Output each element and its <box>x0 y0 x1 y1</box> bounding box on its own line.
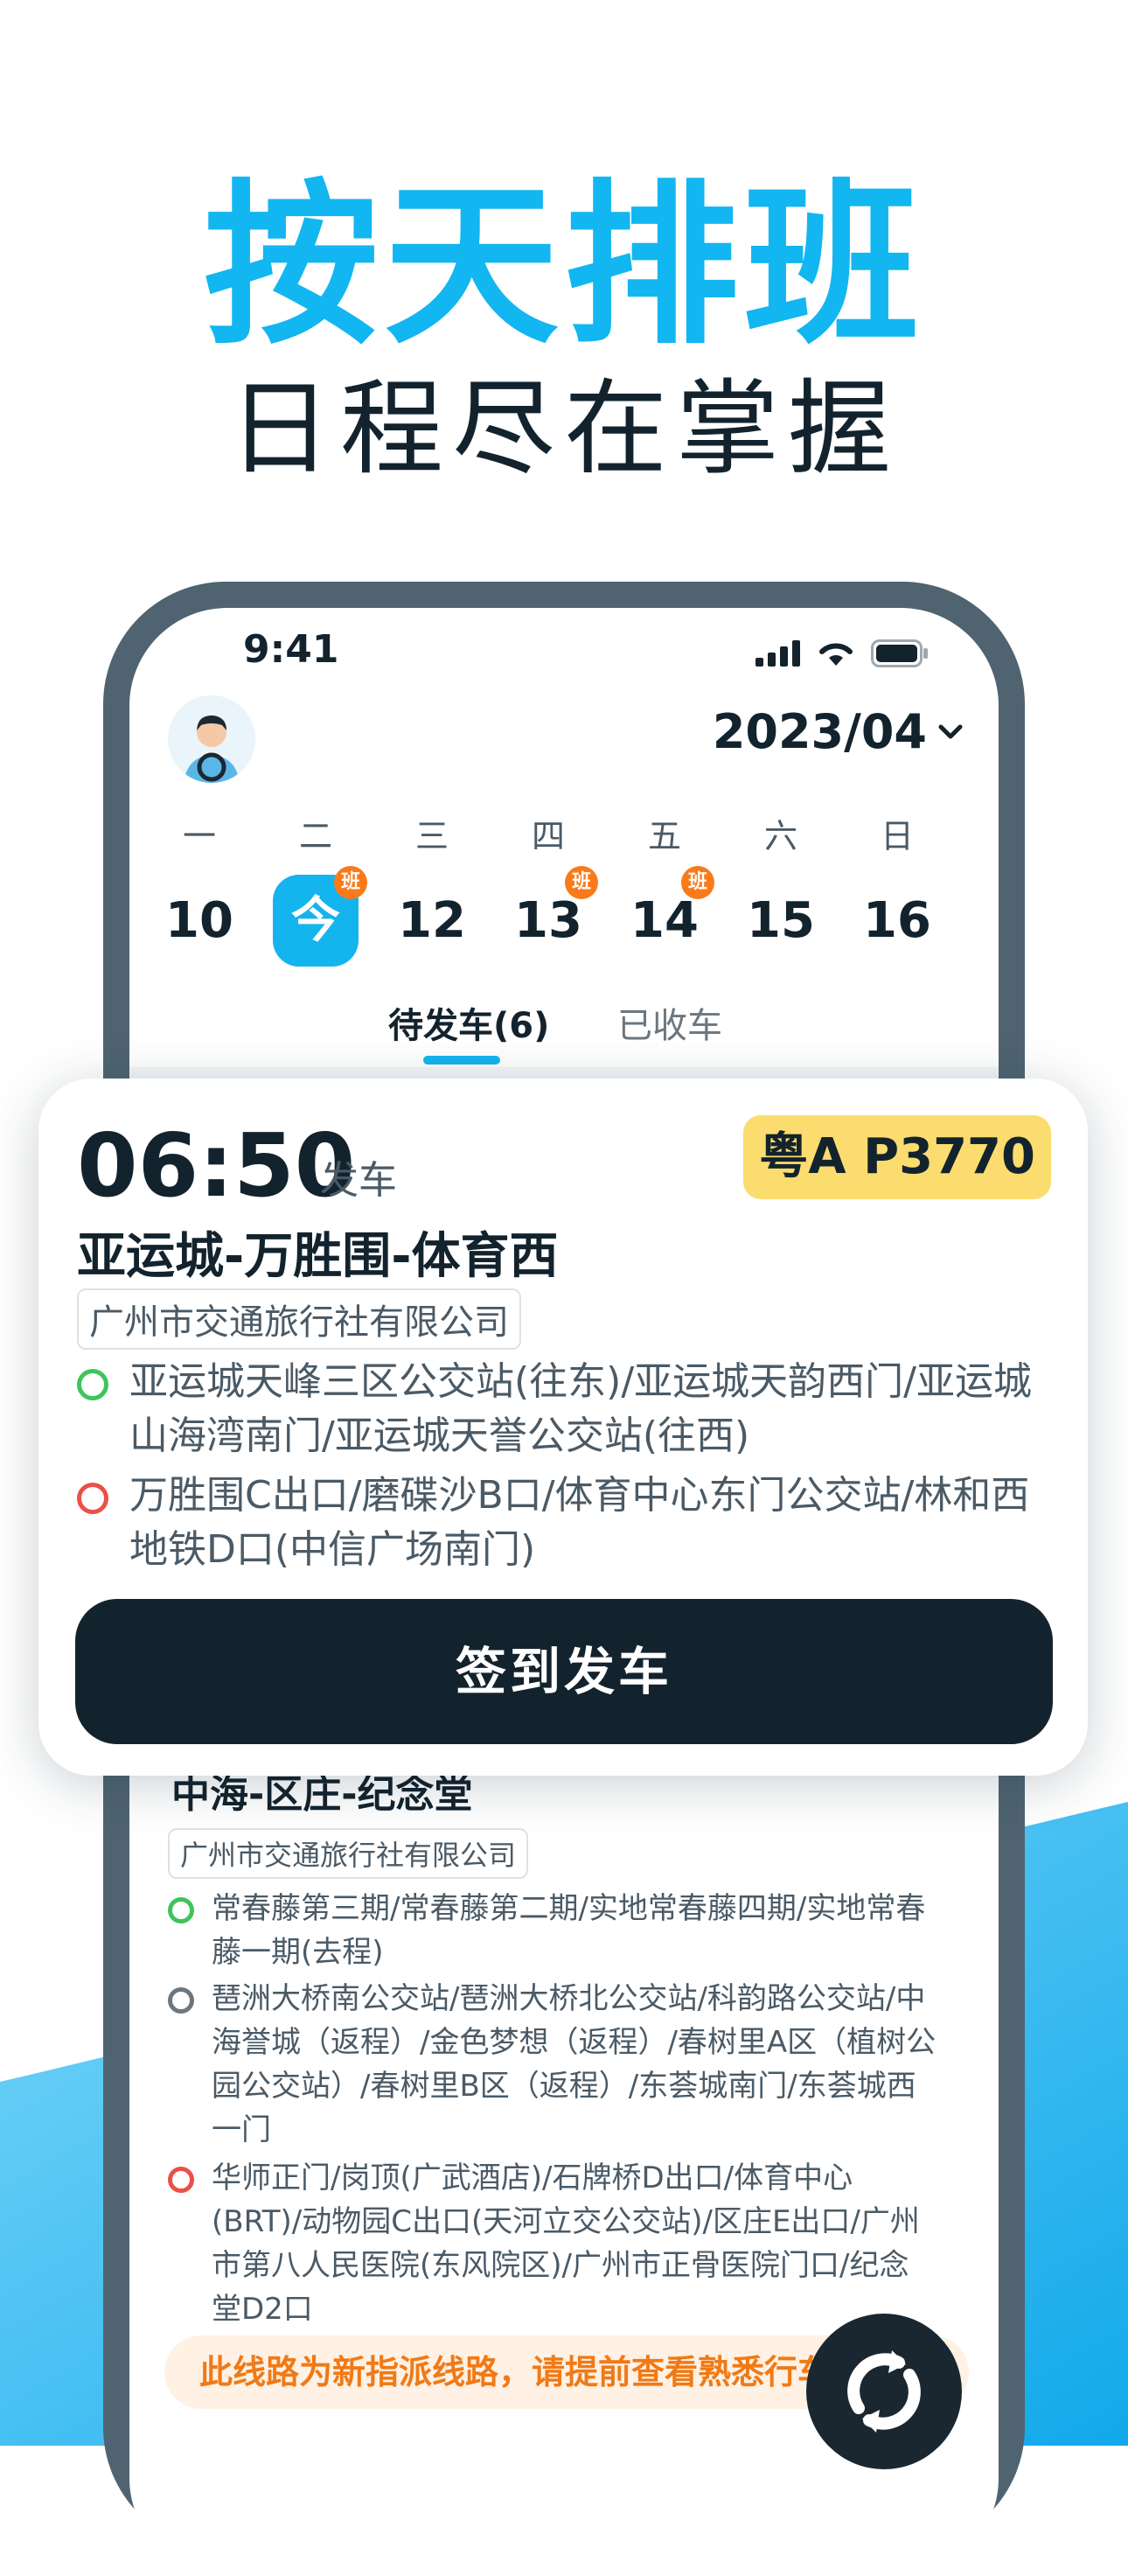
trip2-mid-text: 琶洲大桥南公交站/琶洲大桥北公交站/科韵路公交站/中海誉城（返程）/金色梦想（返… <box>212 1981 937 2147</box>
weekday-label: 三 <box>414 817 449 855</box>
date-label: 10 <box>165 892 233 949</box>
weekday-row: 一 二 三 四 五 六 日 <box>129 809 999 870</box>
end-dot-icon <box>168 2167 194 2193</box>
weekday-label: 五 <box>647 817 681 855</box>
trip-card: 06:50 发车 粤A P3770 亚运城-万胜围-体育西 广州市交通旅行社有限… <box>38 1079 1088 1776</box>
license-plate: 粤A P3770 <box>743 1115 1051 1199</box>
month-selector[interactable]: 2023/04 <box>713 704 964 759</box>
shift-badge: 班 <box>565 866 598 899</box>
date-cell[interactable]: 12 <box>384 875 480 967</box>
month-label: 2023/04 <box>712 704 927 759</box>
date-cell[interactable]: 14 班 <box>616 866 714 967</box>
date-row: 10 今 班 12 13 班 14 班 15 16 <box>129 866 999 971</box>
date-cell[interactable]: 15 <box>733 875 829 967</box>
end-dot-icon <box>77 1483 108 1514</box>
date-label: 今 <box>291 892 340 949</box>
driver-avatar-icon <box>168 695 255 783</box>
start-dot-icon <box>168 1897 194 1923</box>
company-tag: 广州市交通旅行社有限公司 <box>77 1288 521 1350</box>
route-name: 亚运城-万胜围-体育西 <box>77 1228 559 1285</box>
driver-avatar[interactable] <box>168 695 255 783</box>
status-icons <box>755 627 929 680</box>
departure-label: 发车 <box>320 1158 397 1203</box>
weekday-label: 日 <box>880 817 914 855</box>
weekday-label: 六 <box>763 817 797 855</box>
signal-icon <box>755 640 800 667</box>
date-label: 15 <box>747 892 815 949</box>
trip2-end-stops: 华师正门/岗顶(广武酒店)/石牌桥D出口/体育中心(BRT)/动物园C出口(天河… <box>168 2156 937 2331</box>
date-label: 13 <box>514 892 582 949</box>
shift-badge: 班 <box>334 866 367 899</box>
trip2-start-stops: 常春藤第三期/常春藤第二期/实地常春藤四期/实地常春藤一期(去程) <box>168 1887 937 1974</box>
promo-title: 按天排班 <box>203 164 924 368</box>
status-time: 9:41 <box>243 627 339 672</box>
wifi-icon <box>819 643 853 666</box>
refresh-button[interactable] <box>806 2314 962 2469</box>
date-label: 12 <box>398 892 466 949</box>
shift-badge: 班 <box>681 866 714 899</box>
date-cell[interactable]: 16 <box>849 875 945 967</box>
date-label: 14 <box>630 892 699 949</box>
end-stops-text: 万胜围C出口/磨碟沙B口/体育中心东门公交站/林和西地铁D口(中信广场南门) <box>129 1473 1030 1572</box>
check-in-depart-button[interactable]: 签到发车 <box>75 1599 1053 1744</box>
date-cell-today[interactable]: 今 班 <box>273 866 367 967</box>
date-label: 16 <box>863 892 931 949</box>
refresh-icon <box>847 2350 921 2433</box>
weekday-label: 二 <box>298 817 332 855</box>
end-stops: 万胜围C出口/磨碟沙B口/体育中心东门公交站/林和西地铁D口(中信广场南门) <box>77 1469 1065 1577</box>
start-stops: 亚运城天峰三区公交站(往东)/亚运城天韵西门/亚运城山海湾南门/亚运城天誉公交站… <box>77 1355 1065 1463</box>
trip2-company-tag: 广州市交通旅行社有限公司 <box>168 1828 529 1879</box>
trip2-end-text: 华师正门/岗顶(广武酒店)/石牌桥D出口/体育中心(BRT)/动物园C出口(天河… <box>212 2161 920 2327</box>
date-cell[interactable]: 10 <box>151 875 247 967</box>
trip2-mid-stops: 琶洲大桥南公交站/琶洲大桥北公交站/科韵路公交站/中海誉城（返程）/金色梦想（返… <box>168 1977 937 2152</box>
departure-time: 06:50 <box>77 1114 356 1217</box>
chevron-down-icon <box>938 724 963 738</box>
mid-dot-icon <box>168 1987 194 2014</box>
promo-subtitle: 日程尽在掌握 <box>227 368 900 489</box>
weekday-label: 一 <box>182 817 216 855</box>
battery-icon <box>871 639 928 667</box>
start-stops-text: 亚运城天峰三区公交站(往东)/亚运城天韵西门/亚运城山海湾南门/亚运城天誉公交站… <box>129 1359 1032 1458</box>
tab-finished[interactable]: 已收车 <box>617 997 722 1048</box>
trip2-start-text: 常春藤第三期/常春藤第二期/实地常春藤四期/实地常春藤一期(去程) <box>212 1891 926 1970</box>
date-cell[interactable]: 13 班 <box>500 866 598 967</box>
tab-pending[interactable]: 待发车(6) <box>388 997 549 1048</box>
tab-underline <box>423 1056 500 1065</box>
weekday-label: 四 <box>531 817 565 855</box>
start-dot-icon <box>77 1369 108 1400</box>
